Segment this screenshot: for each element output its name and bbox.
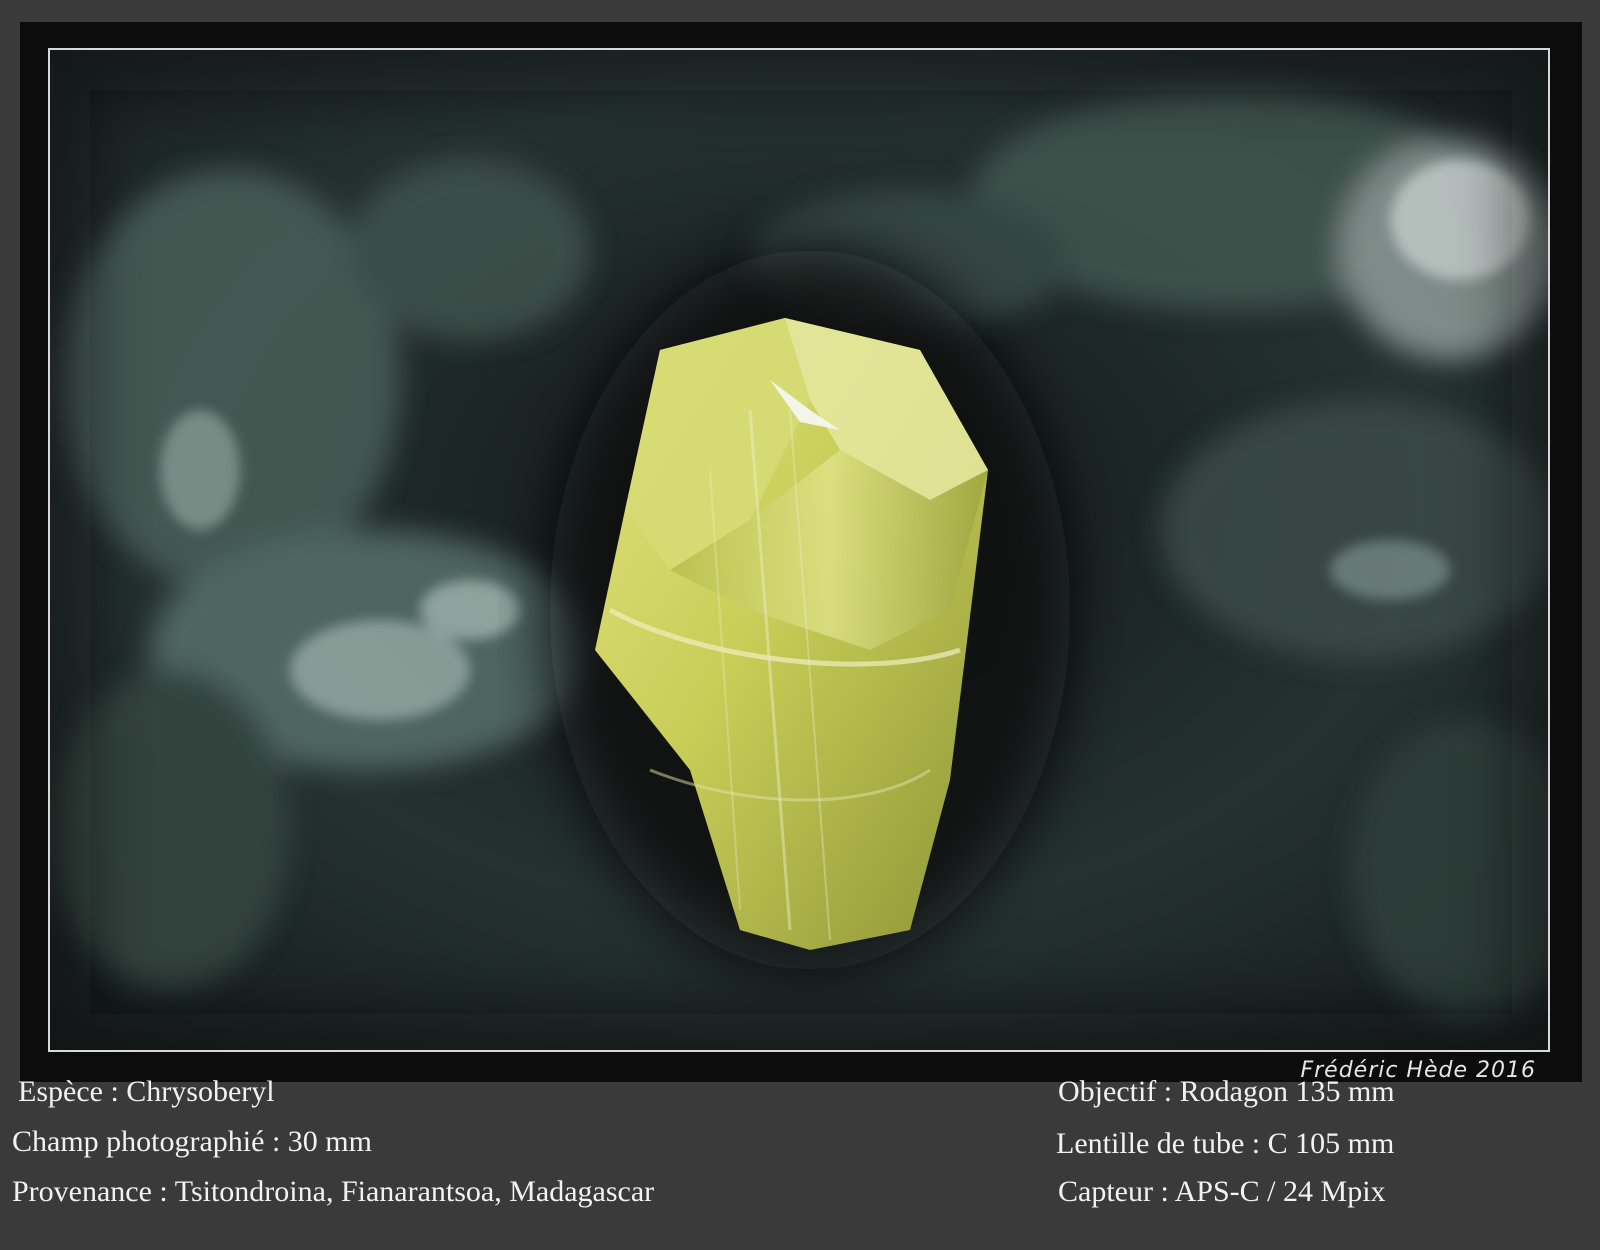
sensor-caption: Capteur : APS-C / 24 Mpix (1058, 1175, 1386, 1208)
mineral-photo (48, 48, 1550, 1052)
objective-caption: Objectif : Rodagon 135 mm (1058, 1075, 1395, 1108)
provenance-caption: Provenance : Tsitondroina, Fianarantsoa,… (12, 1175, 655, 1208)
tube-lens-caption: Lentille de tube : C 105 mm (1056, 1127, 1395, 1160)
field-of-view-caption: Champ photographié : 30 mm (12, 1125, 372, 1158)
mineral-photo-image (50, 50, 1548, 1050)
photo-card: Frédéric Hède 2016 Espèce : Chrysoberyl … (0, 0, 1600, 1250)
species-caption: Espèce : Chrysoberyl (18, 1075, 275, 1108)
